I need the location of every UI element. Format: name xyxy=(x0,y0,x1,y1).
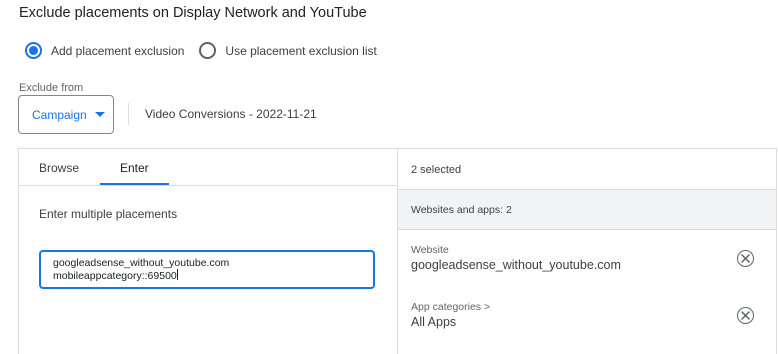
group-header-label: Websites and apps: 2 xyxy=(411,204,512,216)
use-list-label[interactable]: Use placement exclusion list xyxy=(225,44,376,58)
use-list-radio[interactable] xyxy=(199,42,217,59)
tab-enter[interactable]: Enter xyxy=(120,161,149,175)
remove-circle-icon[interactable] xyxy=(737,307,754,324)
selected-item-type[interactable]: App categories > xyxy=(411,301,490,313)
remove-circle-icon[interactable] xyxy=(737,250,754,267)
active-tab-indicator xyxy=(100,183,169,185)
placement-line-1: googleadsense_without_youtube.com xyxy=(53,257,230,269)
exclude-from-label: Exclude from xyxy=(19,82,84,94)
campaign-name: Video Conversions - 2022-11-21 xyxy=(145,107,317,121)
exclude-from-value: Campaign xyxy=(32,107,87,122)
exclusion-mode-radio-group: Add placement exclusion Use placement ex… xyxy=(25,42,377,59)
selected-count: 2 selected xyxy=(411,164,462,176)
dropdown-caret-icon xyxy=(94,112,105,117)
use-list-option: Use placement exclusion list xyxy=(199,42,377,59)
selected-item-type: Website xyxy=(411,244,449,256)
group-header: Websites and apps: 2 xyxy=(398,189,776,230)
text-cursor xyxy=(176,269,178,280)
selected-item-value: All Apps xyxy=(411,315,457,329)
tab-bar: Browse Enter xyxy=(19,149,398,186)
selected-placements-panel: 2 selected Websites and apps: 2 Website … xyxy=(397,148,777,354)
placements-textarea[interactable]: googleadsense_without_youtube.com mobile… xyxy=(39,250,375,289)
add-exclusion-label[interactable]: Add placement exclusion xyxy=(51,44,184,58)
divider xyxy=(128,103,129,125)
page-title: Exclude placements on Display Network an… xyxy=(19,5,367,21)
tab-browse[interactable]: Browse xyxy=(39,161,79,175)
selected-item-value: googleadsense_without_youtube.com xyxy=(411,258,621,272)
radio-selected-dot xyxy=(29,46,38,55)
enter-placements-heading: Enter multiple placements xyxy=(39,207,178,221)
placement-line-2: mobileappcategory::69500 xyxy=(53,270,177,282)
add-exclusion-radio[interactable] xyxy=(25,42,42,59)
placement-entry-panel: Browse Enter Enter multiple placements g… xyxy=(18,148,398,354)
exclude-from-dropdown[interactable]: Campaign xyxy=(18,95,114,134)
